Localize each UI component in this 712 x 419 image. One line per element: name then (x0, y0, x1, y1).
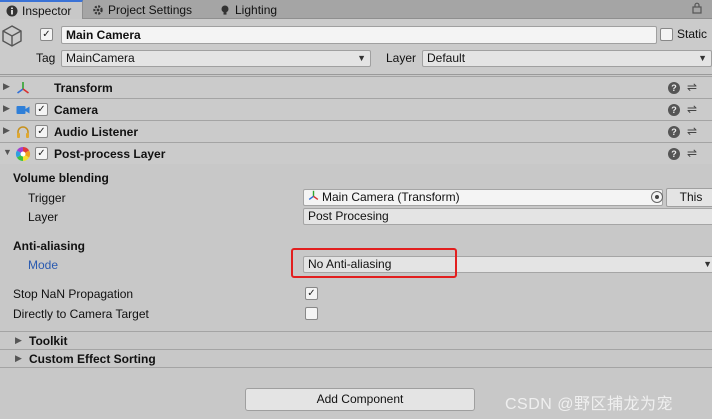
help-icon[interactable]: ? (668, 126, 680, 138)
info-icon (6, 5, 18, 17)
tab-inspector[interactable]: Inspector (0, 0, 83, 20)
chevron-down-icon: ▼ (703, 259, 712, 269)
gameobject-cube-icon (1, 24, 23, 50)
component-transform[interactable]: ▶ Transform ? ⇌ (0, 76, 712, 98)
layer-value: Default (427, 51, 466, 65)
bulb-icon (219, 4, 231, 16)
toolkit-foldout[interactable]: ▶ Toolkit (0, 331, 712, 349)
component-title: Post-process Layer (54, 147, 166, 161)
fold-arrow-icon[interactable]: ▶ (15, 335, 22, 346)
chevron-down-icon: ▼ (698, 53, 707, 63)
static-label: Static (677, 27, 708, 41)
gear-icon (92, 4, 104, 16)
fold-arrow-icon[interactable]: ▶ (15, 353, 22, 364)
object-picker-icon[interactable] (651, 191, 663, 203)
toolkit-title: Toolkit (29, 334, 68, 348)
transform-icon (15, 80, 31, 96)
add-component-button[interactable]: Add Component (245, 388, 475, 411)
lock-icon[interactable] (690, 2, 704, 16)
static-checkbox[interactable] (660, 28, 673, 41)
component-audio-listener[interactable]: ▶ ✓ Audio Listener ? ⇌ (0, 120, 712, 142)
tab-bar: Inspector Project Settings Lighting (0, 0, 712, 20)
tab-label: Lighting (235, 2, 278, 17)
layer-mask-dropdown[interactable]: Post Procesing (303, 208, 712, 225)
presets-icon[interactable]: ⇌ (687, 125, 697, 137)
tag-label: Tag (36, 51, 56, 65)
component-camera[interactable]: ▶ ✓ Camera ? ⇌ (0, 98, 712, 120)
layer-label: Layer (386, 51, 417, 65)
section-title-volume-blending: Volume blending (13, 171, 109, 185)
component-title: Camera (54, 103, 99, 117)
tab-lighting[interactable]: Lighting (213, 0, 283, 19)
color-wheel-icon (15, 146, 31, 162)
camera-icon (15, 102, 31, 118)
mode-label: Mode (28, 258, 59, 272)
watermark-text: CSDN @野区捕龙为宠 (505, 396, 674, 413)
presets-icon[interactable]: ⇌ (687, 147, 697, 159)
layer-mask-label: Layer (28, 210, 59, 224)
tab-label: Project Settings (108, 2, 193, 17)
presets-icon[interactable]: ⇌ (687, 81, 697, 93)
object-name-input[interactable]: Main Camera (61, 26, 657, 44)
help-icon[interactable]: ? (668, 104, 680, 116)
direct-to-camera-label: Directly to Camera Target (13, 307, 149, 321)
headphones-icon (15, 124, 31, 140)
fold-arrow-icon[interactable]: ▶ (3, 103, 10, 114)
this-button[interactable]: This (666, 188, 712, 207)
tab-label: Inspector (22, 4, 72, 18)
component-post-process-layer[interactable]: ▼ ✓ Post-process Layer ? ⇌ (0, 142, 712, 164)
section-title-anti-aliasing: Anti-aliasing (13, 239, 86, 253)
fold-arrow-down-icon[interactable]: ▼ (3, 147, 12, 157)
fold-arrow-icon[interactable]: ▶ (3, 81, 10, 92)
component-enabled-checkbox[interactable]: ✓ (35, 147, 48, 160)
active-checkbox[interactable]: ✓ (40, 28, 53, 41)
trigger-object-field[interactable]: Main Camera (Transform) (303, 189, 663, 206)
tab-project-settings[interactable]: Project Settings (86, 0, 198, 19)
transform-icon (308, 190, 319, 205)
tag-value: MainCamera (66, 51, 135, 65)
custom-effect-sorting-title: Custom Effect Sorting (29, 352, 156, 366)
layer-mask-value: Post Procesing (308, 209, 389, 223)
component-title: Audio Listener (54, 125, 139, 139)
chevron-down-icon: ▼ (357, 53, 366, 63)
direct-to-camera-checkbox[interactable] (305, 307, 318, 320)
presets-icon[interactable]: ⇌ (687, 103, 697, 115)
help-icon[interactable]: ? (668, 82, 680, 94)
custom-effect-sorting-foldout[interactable]: ▶ Custom Effect Sorting (0, 349, 712, 367)
trigger-label: Trigger (28, 191, 66, 205)
component-title: Transform (54, 81, 113, 95)
stop-nan-label: Stop NaN Propagation (13, 287, 134, 301)
highlight-annotation-box (291, 248, 457, 278)
layer-dropdown[interactable]: Default ▼ (422, 50, 712, 67)
stop-nan-checkbox[interactable]: ✓ (305, 287, 318, 300)
fold-arrow-icon[interactable]: ▶ (3, 125, 10, 136)
help-icon[interactable]: ? (668, 148, 680, 160)
component-enabled-checkbox[interactable]: ✓ (35, 103, 48, 116)
trigger-value: Main Camera (Transform) (322, 190, 460, 204)
tag-dropdown[interactable]: MainCamera ▼ (61, 50, 371, 67)
component-enabled-checkbox[interactable]: ✓ (35, 125, 48, 138)
